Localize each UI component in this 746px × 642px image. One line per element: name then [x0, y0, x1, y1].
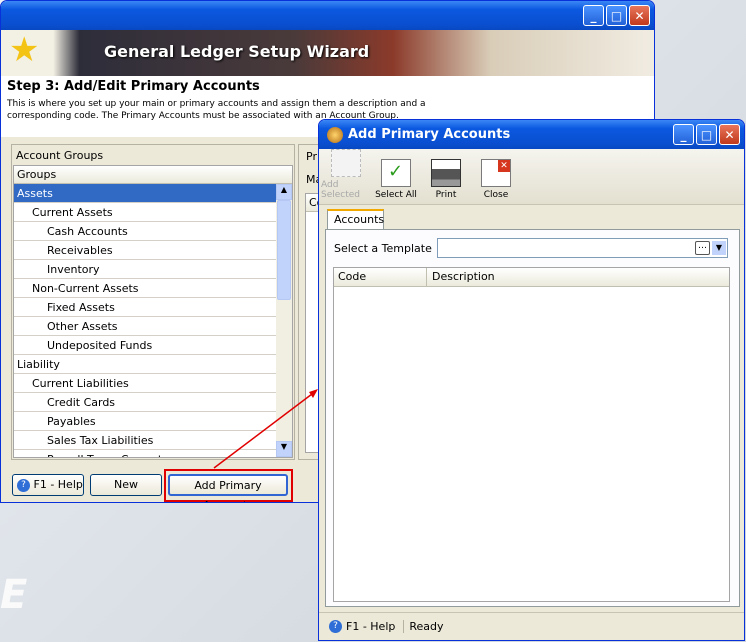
print-button[interactable]: Print	[421, 159, 471, 200]
select-all-icon: ✓	[381, 159, 411, 187]
add-selected-label: Add Selected	[321, 180, 361, 200]
code-column-header[interactable]: Code	[334, 268, 427, 286]
description-column-header[interactable]: Description	[427, 268, 500, 286]
ellipsis-icon[interactable]: …	[695, 241, 710, 255]
add-primary-accounts-dialog: Add Primary Accounts _ □ ✕ Add Selected …	[318, 119, 745, 641]
grid-header: Code Description	[334, 268, 729, 287]
app-icon	[327, 126, 343, 143]
accounts-tab-panel: Select a Template … ▼ Code Description	[325, 229, 740, 607]
status-help-label[interactable]: F1 - Help	[346, 620, 405, 633]
help-icon: ?	[329, 620, 342, 633]
dialog-toolbar: Add Selected ✓ Select All Print ✕ Close	[319, 149, 744, 205]
add-selected-button[interactable]: Add Selected	[321, 149, 371, 200]
select-all-button[interactable]: ✓ Select All	[371, 159, 421, 200]
dialog-title: Add Primary Accounts	[348, 127, 511, 142]
dialog-maximize-button[interactable]: □	[696, 124, 717, 145]
dialog-statusbar: ? F1 - Help Ready	[319, 612, 744, 640]
accounts-grid: Code Description	[333, 267, 730, 602]
select-all-label: Select All	[375, 190, 417, 200]
status-text: Ready	[409, 620, 444, 633]
dialog-close-button[interactable]: ✕	[719, 124, 740, 145]
accounts-tab[interactable]: Accounts	[327, 209, 384, 230]
close-toolbar-button[interactable]: ✕ Close	[471, 159, 521, 200]
add-selected-icon	[331, 149, 361, 177]
print-label: Print	[435, 190, 457, 200]
chevron-down-icon[interactable]: ▼	[712, 241, 726, 255]
print-icon	[431, 159, 461, 187]
template-label: Select a Template	[334, 242, 432, 255]
dialog-titlebar: Add Primary Accounts _ □ ✕	[319, 120, 744, 149]
dialog-minimize-button[interactable]: _	[673, 124, 694, 145]
template-select[interactable]: … ▼	[437, 238, 728, 258]
close-label: Close	[483, 190, 509, 200]
close-doc-icon: ✕	[481, 159, 511, 187]
